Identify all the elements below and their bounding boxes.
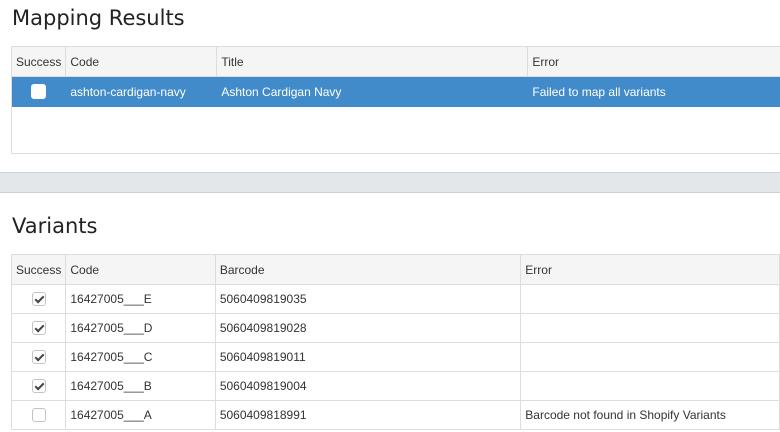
- code-cell: ashton-cardigan-navy: [65, 76, 218, 107]
- success-checkbox[interactable]: [31, 321, 46, 336]
- column-header-success[interactable]: Success: [11, 254, 67, 285]
- column-header-error[interactable]: Error: [527, 47, 780, 77]
- variants-title: Variants: [12, 214, 98, 238]
- barcode-cell: 5060409819028: [215, 313, 522, 343]
- column-header-title[interactable]: Title: [216, 47, 529, 77]
- table-row[interactable]: 16427005___B 5060409819004: [11, 371, 780, 401]
- table-row[interactable]: 16427005___D 5060409819028: [11, 313, 780, 343]
- error-cell: [520, 313, 780, 343]
- error-cell: [520, 371, 780, 401]
- table-row[interactable]: 16427005___E 5060409819035: [11, 284, 780, 314]
- column-header-success[interactable]: Success: [12, 47, 67, 77]
- success-checkbox[interactable]: [31, 408, 46, 423]
- error-cell: Failed to map all variants: [527, 76, 780, 107]
- check-icon: [34, 322, 45, 333]
- code-cell: 16427005___B: [65, 371, 216, 401]
- mapping-results-title: Mapping Results: [12, 6, 185, 30]
- success-checkbox[interactable]: [31, 350, 46, 365]
- error-cell: [520, 284, 780, 314]
- success-checkbox[interactable]: [31, 84, 47, 100]
- success-cell: [12, 76, 67, 107]
- success-cell: [11, 284, 67, 314]
- error-cell: [520, 342, 780, 372]
- success-cell: [11, 371, 67, 401]
- barcode-cell: 5060409819004: [215, 371, 522, 401]
- title-cell: Ashton Cardigan Navy: [216, 76, 529, 107]
- code-cell: 16427005___D: [65, 313, 216, 343]
- success-checkbox[interactable]: [31, 292, 46, 307]
- table-row[interactable]: ashton-cardigan-navy Ashton Cardigan Nav…: [12, 76, 780, 107]
- variants-table: Success Code Barcode Error 16427005___E …: [11, 254, 780, 430]
- mapping-results-panel: Success Code Title Error ashton-cardigan…: [11, 46, 780, 154]
- table-row[interactable]: 16427005___C 5060409819011: [11, 342, 780, 372]
- column-header-error[interactable]: Error: [520, 254, 780, 285]
- check-icon: [34, 351, 45, 362]
- variants-header-row: Success Code Barcode Error: [11, 254, 780, 285]
- error-cell: Barcode not found in Shopify Variants: [520, 400, 780, 430]
- column-header-code[interactable]: Code: [65, 254, 216, 285]
- check-icon: [34, 380, 45, 391]
- code-cell: 16427005___C: [65, 342, 216, 372]
- table-row[interactable]: 16427005___A 5060409818991 Barcode not f…: [11, 400, 780, 430]
- mapping-header-row: Success Code Title Error: [12, 47, 780, 77]
- success-cell: [11, 400, 67, 430]
- column-header-code[interactable]: Code: [65, 47, 218, 77]
- check-icon: [34, 293, 45, 304]
- barcode-cell: 5060409818991: [215, 400, 522, 430]
- success-cell: [11, 313, 67, 343]
- success-checkbox[interactable]: [31, 379, 46, 394]
- column-header-barcode[interactable]: Barcode: [215, 254, 522, 285]
- code-cell: 16427005___A: [65, 400, 216, 430]
- barcode-cell: 5060409819035: [215, 284, 522, 314]
- section-divider: [0, 172, 780, 193]
- code-cell: 16427005___E: [65, 284, 216, 314]
- barcode-cell: 5060409819011: [215, 342, 522, 372]
- success-cell: [11, 342, 67, 372]
- mapping-results-table: Success Code Title Error ashton-cardigan…: [12, 47, 780, 107]
